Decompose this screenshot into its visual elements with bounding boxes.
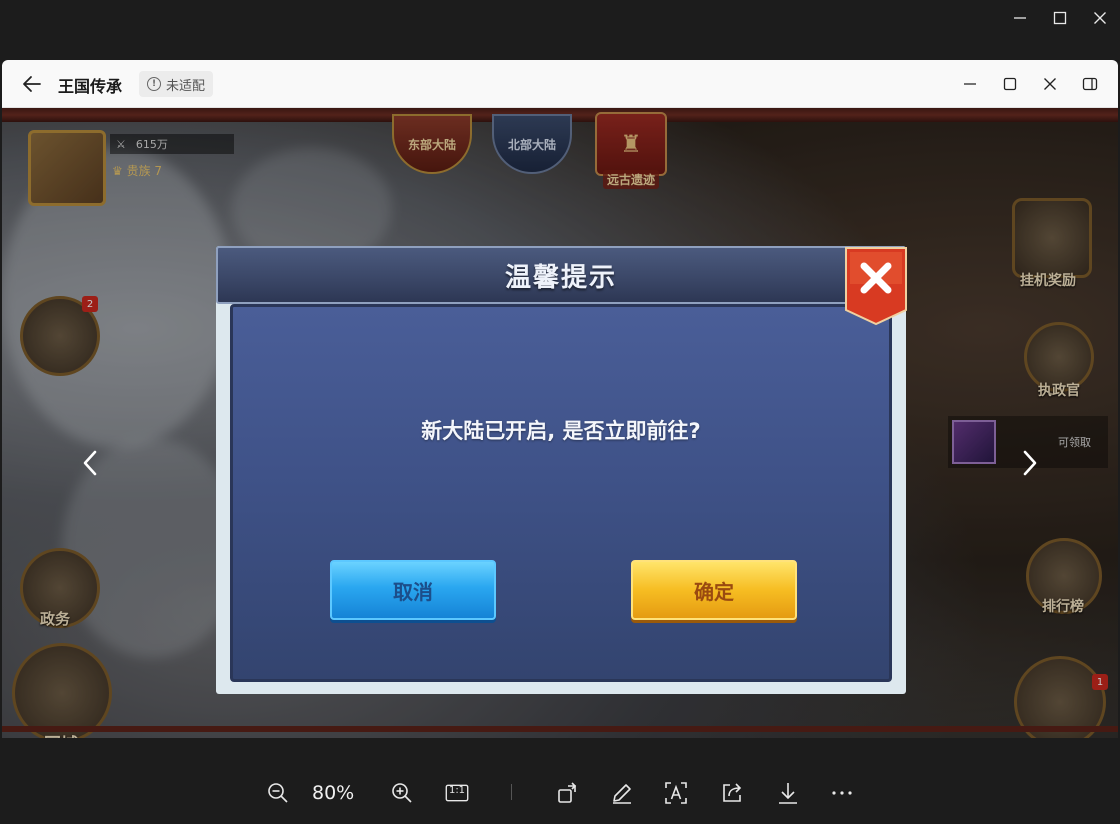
share-button[interactable] <box>718 778 746 808</box>
chevron-left-icon <box>83 450 97 476</box>
text-recognition-button[interactable] <box>662 778 690 808</box>
outer-close-button[interactable] <box>1080 0 1120 36</box>
outer-titlebar <box>0 0 1120 60</box>
close-icon <box>1094 12 1106 24</box>
zoom-out-icon <box>268 783 288 803</box>
outer-minimize-button[interactable] <box>1000 0 1040 36</box>
minimize-icon <box>964 83 976 85</box>
outer-maximize-button[interactable] <box>1040 0 1080 36</box>
app-close-button[interactable] <box>1032 68 1068 100</box>
cancel-button[interactable]: 取消 <box>330 560 496 620</box>
back-button[interactable] <box>16 70 48 98</box>
compat-badge-label: 未适配 <box>166 78 206 94</box>
edit-icon <box>613 784 631 804</box>
dialog-close-button[interactable] <box>844 244 908 328</box>
app-titlebar: 王国传承 ! 未适配 <box>2 60 1118 108</box>
minimize-icon <box>1014 17 1026 19</box>
more-button[interactable] <box>828 778 856 808</box>
app-title: 王国传承 <box>58 77 123 96</box>
zoom-in-button[interactable] <box>388 778 416 808</box>
compat-badge[interactable]: ! 未适配 <box>139 71 214 97</box>
info-icon: ! <box>147 77 161 91</box>
app-window: 王国传承 ! 未适配 ⚔ 615万 ♛ 贵族 7 东部大陆 北部大陆 ♜ 远古遗… <box>2 60 1118 738</box>
download-icon <box>779 783 797 804</box>
close-icon <box>1044 78 1056 90</box>
actual-size-label: 1:1 <box>448 785 466 796</box>
confirm-button[interactable]: 确定 <box>631 560 797 620</box>
rotate-icon <box>558 782 577 803</box>
viewer-toolbar: 80% 1:1 <box>0 738 1120 824</box>
dialog-body: 新大陆已开启, 是否立即前往? 取消 确定 <box>230 304 892 682</box>
edit-button[interactable] <box>608 778 636 808</box>
dialog-header: 温馨提示 <box>216 246 906 304</box>
maximize-icon <box>1003 77 1017 91</box>
toolbar-separator <box>511 784 512 800</box>
zoom-out-button[interactable] <box>264 778 292 808</box>
app-maximize-button[interactable] <box>992 68 1028 100</box>
back-arrow-icon <box>23 76 41 92</box>
text-recognize-icon <box>665 782 687 804</box>
app-minimize-button[interactable] <box>952 68 988 100</box>
side-panel-button[interactable] <box>1072 68 1108 100</box>
actual-size-button[interactable]: 1:1 <box>442 778 472 808</box>
download-button[interactable] <box>774 778 802 808</box>
close-icon <box>845 247 907 326</box>
dialog-title: 温馨提示 <box>504 262 617 293</box>
zoom-level: 80% <box>312 782 355 804</box>
zoom-in-icon <box>392 783 412 803</box>
more-icon <box>832 791 852 795</box>
next-image-button[interactable] <box>1000 428 1060 498</box>
dialog-message: 新大陆已开启, 是否立即前往? <box>421 419 701 443</box>
rotate-button[interactable] <box>554 778 582 808</box>
share-icon <box>723 783 742 802</box>
notice-dialog: 温馨提示 新大陆已开启, 是否立即前往? 取消 确定 <box>216 244 908 694</box>
side-panel-icon <box>1082 77 1098 91</box>
chevron-right-icon <box>1023 450 1037 476</box>
previous-image-button[interactable] <box>60 428 120 498</box>
game-canvas[interactable]: ⚔ 615万 ♛ 贵族 7 东部大陆 北部大陆 ♜ 远古遗迹 2 政务 回城 挂… <box>2 108 1118 738</box>
maximize-icon <box>1053 11 1067 25</box>
